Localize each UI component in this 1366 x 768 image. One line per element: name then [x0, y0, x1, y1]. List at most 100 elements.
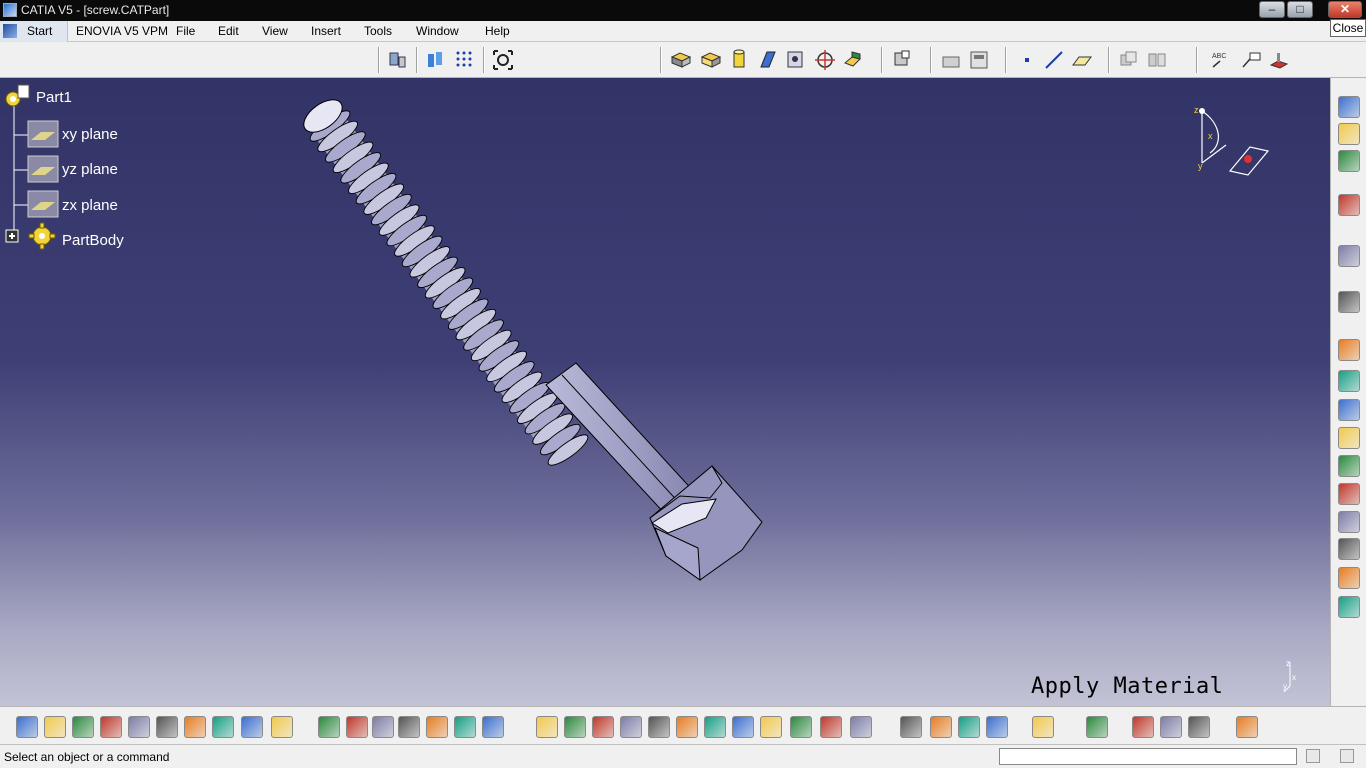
text-annotation-icon[interactable]: ABC — [1210, 49, 1232, 71]
pocket-icon[interactable] — [700, 49, 722, 71]
menu-window[interactable]: Window — [416, 24, 459, 38]
maximize-button[interactable]: □ — [1287, 1, 1313, 18]
undo-icon[interactable] — [212, 716, 234, 738]
toolbar-separator — [660, 47, 662, 73]
pad-icon[interactable] — [670, 49, 692, 71]
multi-view-icon[interactable] — [732, 716, 754, 738]
select-arrow-icon[interactable] — [1338, 245, 1360, 267]
redo-icon[interactable] — [241, 716, 263, 738]
material-icon[interactable] — [1268, 49, 1290, 71]
point-icon[interactable] — [1016, 49, 1038, 71]
workbench-switch-icon[interactable] — [1338, 96, 1360, 118]
slot-feature-icon[interactable] — [1338, 511, 1360, 533]
gear-icon[interactable] — [1338, 194, 1360, 216]
compass-x-label: x — [1208, 131, 1213, 141]
power-input-field[interactable] — [999, 748, 1297, 765]
whats-this-icon[interactable] — [271, 716, 293, 738]
paste-icon[interactable] — [184, 716, 206, 738]
3d-viewport[interactable]: Part1 xy plane yz plane zx plane PartBod… — [0, 78, 1330, 706]
table-icon[interactable] — [398, 716, 420, 738]
rib-feature-icon[interactable] — [1338, 483, 1360, 505]
menu-help[interactable]: Help — [485, 24, 510, 38]
plane-manipulation-icon[interactable] — [425, 49, 447, 71]
network-icon[interactable] — [426, 716, 448, 738]
pan-icon[interactable] — [592, 716, 614, 738]
cut-icon[interactable] — [128, 716, 150, 738]
render-icon[interactable] — [930, 716, 952, 738]
hole-feature-icon[interactable] — [1338, 455, 1360, 477]
normal-view-icon[interactable] — [704, 716, 726, 738]
assembly-icon[interactable] — [1338, 150, 1360, 172]
menu-view[interactable]: View — [262, 24, 288, 38]
minimize-button[interactable]: – — [1259, 1, 1285, 18]
formula-fx-icon[interactable] — [318, 716, 340, 738]
hand-icon[interactable] — [1188, 716, 1210, 738]
remove-loft-icon[interactable] — [1338, 596, 1360, 618]
part-design-workbench-icon[interactable] — [387, 49, 409, 71]
symmetry-icon[interactable] — [1146, 49, 1168, 71]
apply-material-icon[interactable] — [900, 716, 922, 738]
zoom-in-icon[interactable] — [648, 716, 670, 738]
thread-icon[interactable] — [891, 49, 913, 71]
stiffener-feature-icon[interactable] — [1338, 538, 1360, 560]
shaft-feature-icon[interactable] — [1338, 399, 1360, 421]
menu-edit[interactable]: Edit — [218, 24, 239, 38]
svg-text:ABC: ABC — [1212, 53, 1226, 60]
start-menu[interactable]: Start — [0, 21, 68, 42]
print-icon[interactable] — [100, 716, 122, 738]
measure-between-icon[interactable] — [1032, 716, 1054, 738]
new-file-icon[interactable] — [16, 716, 38, 738]
product-icon[interactable] — [1338, 123, 1360, 145]
measure-icon[interactable] — [940, 49, 962, 71]
menu-insert[interactable]: Insert — [311, 24, 341, 38]
lock-icon[interactable] — [454, 716, 476, 738]
hide-show-icon[interactable] — [820, 716, 842, 738]
zoom-out-icon[interactable] — [676, 716, 698, 738]
rotate-icon[interactable] — [620, 716, 642, 738]
fit-all-bottom-icon[interactable] — [564, 716, 586, 738]
grid-icon[interactable] — [454, 49, 476, 71]
refresh-icon[interactable] — [1160, 716, 1182, 738]
shading-icon[interactable] — [790, 716, 812, 738]
loft-feature-icon[interactable] — [1338, 567, 1360, 589]
pad-feature-icon[interactable] — [1338, 339, 1360, 361]
measure-item-icon[interactable] — [1086, 716, 1108, 738]
open-folder-icon[interactable] — [44, 716, 66, 738]
fit-all-icon[interactable] — [492, 49, 514, 71]
boolean-icon[interactable] — [1118, 49, 1140, 71]
fly-mode-icon[interactable] — [536, 716, 558, 738]
menu-enovia[interactable]: ENOVIA V5 VPM — [76, 24, 168, 38]
stiffener-icon[interactable] — [842, 49, 864, 71]
menu-tools[interactable]: Tools — [364, 24, 392, 38]
plane-icon[interactable] — [1071, 49, 1093, 71]
catalog-icon[interactable] — [482, 716, 504, 738]
close-button[interactable]: ✕ — [1328, 1, 1362, 18]
menu-file[interactable]: File — [176, 24, 195, 38]
knowledge-icon[interactable] — [346, 716, 368, 738]
swap-visible-icon[interactable] — [850, 716, 872, 738]
groove-feature-icon[interactable] — [1338, 427, 1360, 449]
hole-icon[interactable] — [785, 49, 807, 71]
sketcher-icon[interactable] — [1338, 291, 1360, 313]
lightning-icon[interactable] — [372, 716, 394, 738]
shaft-icon[interactable] — [728, 49, 750, 71]
copy-icon[interactable] — [156, 716, 178, 738]
catia-app-icon[interactable] — [3, 3, 17, 17]
line-icon[interactable] — [1043, 49, 1065, 71]
groove-icon[interactable] — [814, 49, 836, 71]
screw-model[interactable] — [0, 78, 1330, 706]
compass-navigator[interactable]: z x y — [1190, 103, 1280, 183]
flag-note-icon[interactable] — [1240, 49, 1262, 71]
save-icon[interactable] — [72, 716, 94, 738]
status-window-icon[interactable] — [1340, 749, 1354, 763]
tree-icon[interactable] — [968, 49, 990, 71]
camera-icon[interactable] — [986, 716, 1008, 738]
bottom-toolbar — [0, 706, 1366, 744]
rib-icon[interactable] — [757, 49, 779, 71]
measure-inertia-icon[interactable] — [1132, 716, 1154, 738]
catia-logo-icon[interactable] — [1236, 716, 1258, 738]
iso-view-icon[interactable] — [760, 716, 782, 738]
photo-icon[interactable] — [958, 716, 980, 738]
status-restore-icon[interactable] — [1306, 749, 1320, 763]
pocket-feature-icon[interactable] — [1338, 370, 1360, 392]
